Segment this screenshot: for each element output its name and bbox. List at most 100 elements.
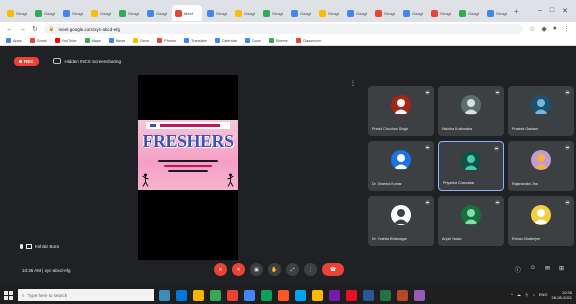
present-button[interactable]: ⤢ bbox=[286, 263, 299, 276]
profile-icon[interactable]: ● bbox=[553, 25, 557, 33]
bookmark-item[interactable]: Maps bbox=[84, 38, 101, 43]
close-icon[interactable]: ✕ bbox=[562, 7, 568, 15]
participant-tile[interactable]: Rohan Chatterjee bbox=[508, 196, 574, 246]
new-tab-button[interactable]: + bbox=[514, 7, 519, 16]
browser-tab[interactable]: Google bbox=[316, 5, 342, 21]
participant-avatar bbox=[531, 205, 551, 225]
taskbar-app-icon[interactable] bbox=[312, 289, 323, 301]
back-icon[interactable]: ← bbox=[6, 26, 13, 33]
bookmark-item[interactable]: Photos bbox=[157, 38, 176, 43]
taskbar-app-icon[interactable] bbox=[295, 289, 306, 301]
bookmark-item[interactable]: Translate bbox=[184, 38, 207, 43]
taskbar-app-icon[interactable] bbox=[278, 289, 289, 301]
meeting-info-icon[interactable]: ⓘ bbox=[515, 265, 521, 274]
browser-tab[interactable]: Google bbox=[88, 5, 114, 21]
camera-toggle-button[interactable]: ✕ bbox=[232, 263, 245, 276]
bookmark-item[interactable]: YouTube bbox=[54, 38, 77, 43]
tray-icons: ^ ☁ ⏚ ♪ ENG bbox=[511, 292, 548, 298]
browser-tab[interactable]: Google bbox=[4, 5, 30, 21]
taskbar-app-icon[interactable] bbox=[329, 289, 340, 301]
participant-tile[interactable]: Anjali Yadav bbox=[438, 196, 504, 246]
bookmark-item[interactable]: Apps bbox=[6, 38, 22, 43]
browser-toolbar: ← → ↻ 🔒 meet.google.com/xyc-abcd-efg ☆ ◆… bbox=[0, 22, 576, 36]
participant-tile[interactable]: Dr. Yoshita Bhatnagar bbox=[368, 196, 434, 246]
more-options-button[interactable]: ⋮ bbox=[304, 263, 317, 276]
browser-tab[interactable]: Google bbox=[484, 5, 510, 21]
taskbar-app-icon[interactable] bbox=[193, 289, 204, 301]
raise-hand-button[interactable]: ✋ bbox=[268, 263, 281, 276]
reload-icon[interactable]: ↻ bbox=[32, 25, 38, 33]
leave-call-button[interactable]: ☎ bbox=[322, 263, 344, 276]
lock-icon: 🔒 bbox=[48, 26, 55, 31]
tray-icon[interactable]: ☁ bbox=[517, 292, 521, 298]
bookmark-item[interactable]: Calendar bbox=[214, 38, 237, 43]
bookmark-item[interactable]: Gmail bbox=[29, 38, 47, 43]
bookmark-item[interactable]: Drive bbox=[133, 38, 149, 43]
menu-icon[interactable]: ⋮ bbox=[563, 25, 570, 33]
bookmark-item[interactable]: Classroom bbox=[295, 38, 321, 43]
minimize-icon[interactable]: – bbox=[538, 7, 542, 15]
tab-label: Google bbox=[72, 10, 83, 16]
mic-off-icon bbox=[425, 90, 430, 95]
extensions-icon[interactable]: ◆ bbox=[541, 25, 546, 33]
browser-tab[interactable]: Google bbox=[456, 5, 482, 21]
windows-start-icon[interactable] bbox=[4, 290, 13, 300]
maximize-icon[interactable]: □ bbox=[550, 7, 554, 15]
tray-icon[interactable]: ^ bbox=[511, 292, 513, 298]
browser-tab[interactable]: Google bbox=[400, 5, 426, 21]
taskbar-app-icon[interactable] bbox=[363, 289, 374, 301]
activities-icon[interactable]: ⊞ bbox=[559, 265, 564, 274]
taskbar-app-icon[interactable] bbox=[227, 289, 238, 301]
tab-favicon-icon bbox=[403, 9, 410, 17]
taskbar-app-icon[interactable] bbox=[414, 289, 425, 301]
participant-tile[interactable]: Nishtha Kushwaha bbox=[438, 86, 504, 136]
taskbar-app-icon[interactable] bbox=[261, 289, 272, 301]
tab-favicon-icon bbox=[7, 9, 14, 17]
taskbar-app-icon[interactable] bbox=[210, 289, 221, 301]
participant-tile[interactable]: Rajanandini Jha bbox=[508, 141, 574, 191]
browser-tab[interactable]: Google bbox=[260, 5, 286, 21]
taskbar-app-icon[interactable] bbox=[397, 289, 408, 301]
chat-icon[interactable]: ✉ bbox=[545, 265, 550, 274]
taskbar-app-icon[interactable] bbox=[380, 289, 391, 301]
participant-tile[interactable]: Priyanka Chaurasia bbox=[438, 141, 504, 191]
star-icon[interactable]: ☆ bbox=[529, 25, 535, 33]
tray-icon[interactable]: ♪ bbox=[533, 292, 535, 298]
bookmark-favicon-icon bbox=[6, 38, 11, 43]
forward-icon[interactable]: → bbox=[19, 26, 26, 33]
participant-tile[interactable]: Prachi Chouhan Singh bbox=[368, 86, 434, 136]
browser-tab[interactable]: Google bbox=[60, 5, 86, 21]
tray-icon[interactable]: ENG bbox=[539, 292, 548, 298]
browser-tab[interactable]: Google bbox=[204, 5, 230, 21]
address-bar[interactable]: 🔒 meet.google.com/xyc-abcd-efg bbox=[43, 24, 524, 34]
bookmark-label: Apps bbox=[13, 38, 22, 43]
browser-tab[interactable]: Google bbox=[372, 5, 398, 21]
captions-button[interactable]: ▣ bbox=[250, 263, 263, 276]
system-clock[interactable]: 10:36 28-08-2021 bbox=[552, 290, 572, 300]
browser-tab[interactable]: Google bbox=[32, 5, 58, 21]
presentation-stage[interactable]: FRESHERS bbox=[138, 75, 238, 260]
taskbar-app-icon[interactable] bbox=[244, 289, 255, 301]
bookmark-item[interactable]: Sheets bbox=[268, 38, 288, 43]
browser-tab[interactable]: Google bbox=[116, 5, 142, 21]
bookmark-item[interactable]: News bbox=[108, 38, 125, 43]
browser-tab[interactable]: Google bbox=[288, 5, 314, 21]
browser-tab[interactable]: Meet bbox=[172, 5, 202, 21]
taskbar-app-icon[interactable] bbox=[176, 289, 187, 301]
browser-tab[interactable]: Google bbox=[144, 5, 170, 21]
bookmark-item[interactable]: Docs bbox=[245, 38, 261, 43]
tab-favicon-icon bbox=[263, 9, 270, 17]
taskbar-app-icon[interactable] bbox=[346, 289, 357, 301]
more-options-icon[interactable]: ⋮ bbox=[350, 80, 356, 87]
browser-tab[interactable]: Google bbox=[428, 5, 454, 21]
mic-toggle-button[interactable]: ✕ bbox=[214, 263, 227, 276]
browser-tab[interactable]: Google bbox=[344, 5, 370, 21]
tray-icon[interactable]: ⏚ bbox=[525, 292, 529, 298]
taskbar-app-icon[interactable] bbox=[159, 289, 170, 301]
taskbar-search[interactable]: ⌕ Type here to search bbox=[18, 289, 154, 301]
browser-tab[interactable]: Google bbox=[232, 5, 258, 21]
people-icon[interactable]: ☺ bbox=[530, 265, 536, 274]
participant-tile[interactable]: Prateek Gautam bbox=[508, 86, 574, 136]
participant-tile[interactable]: Dr. Sharma Kumar bbox=[368, 141, 434, 191]
tab-label: Google bbox=[328, 10, 339, 16]
